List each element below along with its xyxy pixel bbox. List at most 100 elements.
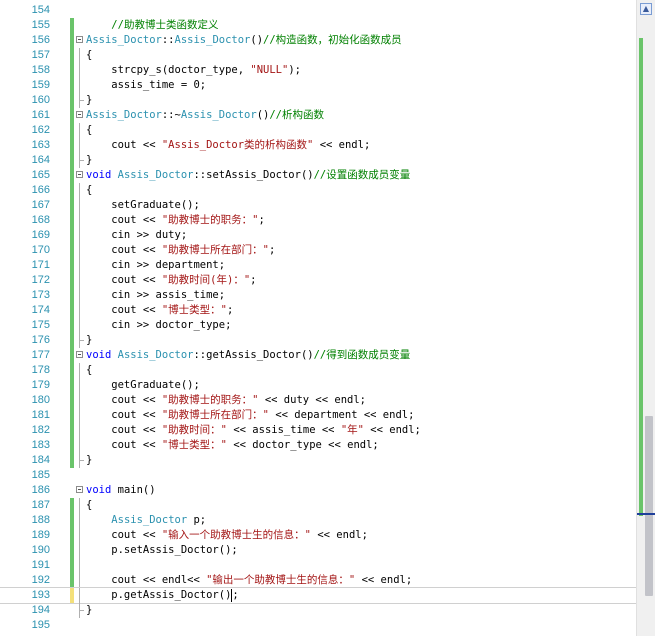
line-number: 180 (31, 394, 50, 406)
code-line[interactable]: 162 { (0, 123, 636, 138)
code-text[interactable]: cin >> department; (86, 258, 225, 273)
code-line[interactable]: 181 cout << "助教博士所在部门：" << department <<… (0, 408, 636, 423)
code-line[interactable]: 192 cout << endl<< "输出一个助教博士生的信息：" << en… (0, 573, 636, 588)
code-text[interactable]: { (86, 498, 92, 513)
code-text[interactable]: getGraduate(); (86, 378, 200, 393)
code-text[interactable]: { (86, 123, 92, 138)
code-line[interactable]: 154 (0, 3, 636, 18)
saved-change-marker (70, 348, 74, 363)
code-line[interactable]: 168 cout << "助教博士的职务："; (0, 213, 636, 228)
code-line[interactable]: 164} (0, 153, 636, 168)
collapse-minus-icon[interactable] (76, 486, 83, 493)
outline-guide (79, 243, 80, 258)
code-text[interactable]: cout << "助教博士所在部门："; (86, 243, 275, 258)
code-text[interactable]: setGraduate(); (86, 198, 200, 213)
line-number: 156 (31, 34, 50, 46)
code-line[interactable]: 170 cout << "助教博士所在部门："; (0, 243, 636, 258)
code-line[interactable]: 187 { (0, 498, 636, 513)
code-line[interactable]: 195 (0, 618, 636, 633)
code-line[interactable]: 159 assis_time = 0; (0, 78, 636, 93)
code-text[interactable]: assis_time = 0; (86, 78, 206, 93)
collapse-minus-icon[interactable] (76, 111, 83, 118)
code-text[interactable]: } (86, 453, 92, 468)
code-line[interactable]: 169 cin >> duty; (0, 228, 636, 243)
code-text[interactable]: { (86, 48, 92, 63)
code-text[interactable]: } (86, 93, 92, 108)
code-line[interactable]: 194} (0, 603, 636, 618)
code-text[interactable]: //助教博士类函数定义 (86, 18, 218, 33)
collapse-minus-icon[interactable] (76, 171, 83, 178)
code-text[interactable]: Assis_Doctor::Assis_Doctor()//构造函数，初始化函数… (86, 33, 402, 48)
code-text[interactable]: } (86, 603, 92, 618)
outline-guide (79, 78, 80, 93)
code-text[interactable]: Assis_Doctor p; (86, 513, 206, 528)
code-text[interactable]: strcpy_s(doctor_type, "NULL"); (86, 63, 301, 78)
code-line[interactable]: 165 void Assis_Doctor::setAssis_Doctor()/… (0, 168, 636, 183)
code-text[interactable]: } (86, 333, 92, 348)
code-text[interactable]: cin >> assis_time; (86, 288, 225, 303)
code-text[interactable]: cout << "助教时间：" << assis_time << "年" << … (86, 423, 421, 438)
code-line[interactable]: 158 strcpy_s(doctor_type, "NULL"); (0, 63, 636, 78)
code-line[interactable]: 183 cout << "博士类型：" << doctor_type << en… (0, 438, 636, 453)
outline-guide (79, 513, 80, 528)
code-line[interactable]: 179 getGraduate(); (0, 378, 636, 393)
code-text[interactable]: cout << "助教博士的职务：" << duty << endl; (86, 393, 366, 408)
code-text[interactable]: cin >> doctor_type; (86, 318, 231, 333)
vertical-scrollbar[interactable]: ▲ (636, 0, 655, 636)
collapse-minus-icon[interactable] (76, 36, 83, 43)
code-line[interactable]: 182 cout << "助教时间：" << assis_time << "年"… (0, 423, 636, 438)
code-text[interactable]: void Assis_Doctor::setAssis_Doctor()//设置… (86, 168, 410, 183)
code-line[interactable]: 167 setGraduate(); (0, 198, 636, 213)
code-text[interactable]: p.getAssis_Doctor(); (86, 588, 239, 603)
code-line[interactable]: 155 //助教博士类函数定义 (0, 18, 636, 33)
code-line[interactable]: 171 cin >> department; (0, 258, 636, 273)
code-text[interactable]: cout << "输入一个助教博士生的信息：" << endl; (86, 528, 368, 543)
code-text[interactable]: } (86, 153, 92, 168)
code-editor[interactable]: 154 155 //助教博士类函数定义 156 Assis_Doctor::Assis… (0, 0, 655, 636)
collapse-minus-icon[interactable] (76, 351, 83, 358)
code-line[interactable]: 190 p.setAssis_Doctor(); (0, 543, 636, 558)
code-line[interactable]: 174 cout << "博士类型："; (0, 303, 636, 318)
code-text[interactable]: cout << "助教博士的职务："; (86, 213, 265, 228)
code-line[interactable]: 157 { (0, 48, 636, 63)
code-line[interactable]: 189 cout << "输入一个助教博士生的信息：" << endl; (0, 528, 636, 543)
code-line[interactable]: 178 { (0, 363, 636, 378)
code-text[interactable]: Assis_Doctor::~Assis_Doctor()//析构函数 (86, 108, 324, 123)
outline-guide (79, 423, 80, 438)
code-line[interactable]: 177 void Assis_Doctor::getAssis_Doctor()/… (0, 348, 636, 363)
scroll-up-arrow-icon[interactable]: ▲ (640, 3, 652, 15)
code-text[interactable]: cin >> duty; (86, 228, 187, 243)
code-line[interactable]: 161 Assis_Doctor::~Assis_Doctor()//析构函数 (0, 108, 636, 123)
code-text[interactable]: cout << "博士类型："; (86, 303, 233, 318)
code-line[interactable]: 185 (0, 468, 636, 483)
code-text[interactable]: void Assis_Doctor::getAssis_Doctor()//得到… (86, 348, 410, 363)
code-line[interactable]: 193 p.getAssis_Doctor(); (0, 587, 637, 604)
scroll-thumb[interactable] (645, 416, 653, 596)
saved-change-marker (70, 48, 74, 63)
code-text[interactable]: p.setAssis_Doctor(); (86, 543, 237, 558)
code-text[interactable]: { (86, 183, 92, 198)
code-line[interactable]: 180 cout << "助教博士的职务：" << duty << endl; (0, 393, 636, 408)
code-text[interactable]: cout << "助教时间(年)："; (86, 273, 256, 288)
code-text[interactable]: cout << "助教博士所在部门：" << department << end… (86, 408, 414, 423)
code-text[interactable]: void main() (86, 483, 156, 498)
code-line[interactable]: 186 void main() (0, 483, 636, 498)
code-line[interactable]: 156 Assis_Doctor::Assis_Doctor()//构造函数，初始… (0, 33, 636, 48)
code-line[interactable]: 176} (0, 333, 636, 348)
code-line[interactable]: 175 cin >> doctor_type; (0, 318, 636, 333)
code-line[interactable]: 173 cin >> assis_time; (0, 288, 636, 303)
code-text[interactable]: { (86, 363, 92, 378)
code-text[interactable]: cout << "Assis_Doctor类的析构函数" << endl; (86, 138, 370, 153)
code-text[interactable]: cout << endl<< "输出一个助教博士生的信息：" << endl; (86, 573, 412, 588)
code-line[interactable]: 166 { (0, 183, 636, 198)
code-line[interactable]: 172 cout << "助教时间(年)："; (0, 273, 636, 288)
code-line[interactable]: 160} (0, 93, 636, 108)
code-line[interactable]: 191 (0, 558, 636, 573)
code-text[interactable]: cout << "博士类型：" << doctor_type << endl; (86, 438, 378, 453)
saved-change-marker (70, 93, 74, 108)
outline-guide (79, 603, 84, 618)
code-line[interactable]: 163 cout << "Assis_Doctor类的析构函数" << endl… (0, 138, 636, 153)
code-line[interactable]: 184} (0, 453, 636, 468)
line-number: 160 (31, 94, 50, 106)
code-line[interactable]: 188 Assis_Doctor p; (0, 513, 636, 528)
